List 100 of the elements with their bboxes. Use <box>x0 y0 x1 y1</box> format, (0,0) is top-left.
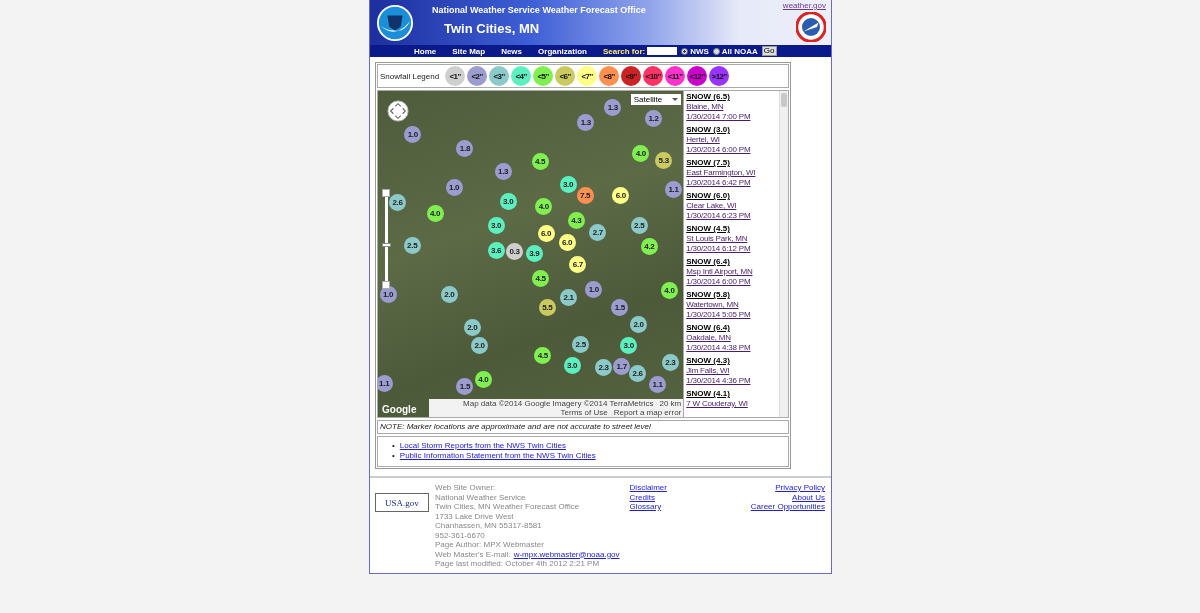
snowfall-marker[interactable]: 1.3 <box>494 163 512 181</box>
report-place-link[interactable]: 7 W Couderay, WI <box>686 399 748 409</box>
footer-link[interactable]: Credits <box>629 492 655 502</box>
snowfall-marker[interactable]: 4.5 <box>531 153 549 170</box>
snowfall-marker[interactable]: 3.9 <box>525 245 543 263</box>
report-title-link[interactable]: SNOW (3.0) <box>686 125 730 135</box>
report-title-link[interactable]: SNOW (6.0) <box>686 191 730 201</box>
report-place-link[interactable]: Oakdale, MN <box>686 333 731 343</box>
snowfall-marker[interactable]: 3.6 <box>487 242 505 260</box>
snowfall-marker[interactable]: 3.0 <box>499 192 517 210</box>
report-place-link[interactable]: Jim Falls, WI <box>686 366 730 376</box>
report-link[interactable]: Public Information Statement from the NWS Twin Cities <box>399 451 596 461</box>
snowfall-marker[interactable]: 1.7 <box>613 358 631 376</box>
snowfall-marker[interactable]: 4.3 <box>567 211 585 229</box>
snowfall-marker[interactable]: 2.0 <box>440 285 458 303</box>
report-title-link[interactable]: SNOW (6.4) <box>686 323 730 333</box>
nav-link[interactable]: News <box>501 46 523 56</box>
footer-link[interactable]: Glossary <box>629 502 662 512</box>
report-time-link[interactable]: 1/30/2014 6:00 PM <box>686 145 751 155</box>
footer-link[interactable]: Privacy Policy <box>775 483 825 493</box>
snowfall-marker[interactable]: 2.7 <box>589 223 607 241</box>
pan-control-icon[interactable] <box>387 100 409 122</box>
snowfall-marker[interactable]: 1.1 <box>378 374 393 392</box>
snowfall-marker[interactable]: 1.8 <box>456 139 474 157</box>
report-title-link[interactable]: SNOW (4.1) <box>686 389 730 399</box>
report-place-link[interactable]: Blaine, MN <box>686 102 724 112</box>
scroll-thumb[interactable] <box>781 93 787 107</box>
snowfall-marker[interactable]: 0.3 <box>506 242 524 260</box>
report-title-link[interactable]: SNOW (6.4) <box>686 257 730 267</box>
nav-link[interactable]: Site Map <box>452 46 486 56</box>
snowfall-marker[interactable]: 4.0 <box>426 205 444 223</box>
report-time-link[interactable]: 1/30/2014 6:42 PM <box>686 178 751 188</box>
snowfall-marker[interactable]: 3.0 <box>620 337 638 355</box>
snowfall-marker[interactable]: 2.3 <box>661 353 679 371</box>
snowfall-marker[interactable]: 1.0 <box>585 280 603 298</box>
snowfall-marker[interactable]: 3.0 <box>559 175 577 193</box>
report-time-link[interactable]: 1/30/2014 6:23 PM <box>686 211 751 221</box>
snowfall-marker[interactable]: 2.1 <box>560 288 578 306</box>
snowfall-marker[interactable]: 1.2 <box>645 109 663 127</box>
scope-radio[interactable] <box>681 47 689 55</box>
report-title-link[interactable]: SNOW (6.5) <box>686 92 730 102</box>
report-place-link[interactable]: St Louis Park, MN <box>686 234 748 244</box>
snowfall-marker[interactable]: 2.0 <box>630 316 648 334</box>
report-link[interactable]: Report a map error <box>613 408 682 417</box>
report-place-link[interactable]: Watertown, MN <box>686 300 739 310</box>
snowfall-marker[interactable]: 6.7 <box>569 256 587 274</box>
site-link[interactable]: weather.gov <box>782 1 826 10</box>
report-place-link[interactable]: East Farmington, WI <box>686 168 756 178</box>
footer-link[interactable]: Career Opportunities <box>750 502 825 512</box>
snowfall-marker[interactable]: 4.2 <box>640 237 658 255</box>
snowfall-marker[interactable]: 4.0 <box>474 370 492 388</box>
report-time-link[interactable]: 1/30/2014 6:12 PM <box>686 244 751 254</box>
nav-link[interactable]: Organization <box>538 46 587 56</box>
snowfall-marker[interactable]: 4.0 <box>535 197 553 215</box>
footer-link[interactable]: Disclaimer <box>629 483 667 493</box>
snowfall-marker[interactable]: 2.0 <box>471 336 489 354</box>
footer-link[interactable]: About Us <box>792 492 825 502</box>
report-place-link[interactable]: Hertel, WI <box>686 135 720 145</box>
snowfall-marker[interactable]: 2.5 <box>403 237 421 255</box>
report-place-link[interactable]: Msp Intl Airport, MN <box>686 267 753 277</box>
report-title-link[interactable]: SNOW (7.5) <box>686 158 730 168</box>
email-link[interactable]: w-mpx.webmaster@noaa.gov <box>513 549 620 559</box>
snowfall-marker[interactable]: 4.0 <box>632 145 650 163</box>
zoom-thumb[interactable] <box>381 242 391 247</box>
scrollbar[interactable] <box>779 91 788 417</box>
go-button[interactable]: Go <box>761 46 777 56</box>
nav-link[interactable]: Home <box>414 46 437 56</box>
snowfall-marker[interactable]: 3.0 <box>487 216 505 234</box>
zoom-slider[interactable] <box>384 197 388 281</box>
scope-radio[interactable] <box>712 47 720 55</box>
snowfall-marker[interactable]: 1.0 <box>445 178 463 196</box>
snowfall-marker[interactable]: 2.5 <box>572 335 590 353</box>
snowfall-marker[interactable]: 6.0 <box>558 234 576 252</box>
snowfall-marker[interactable]: 7.5 <box>576 186 594 204</box>
snowfall-marker[interactable]: 5.5 <box>538 299 556 317</box>
search-field[interactable] <box>647 47 678 55</box>
report-link[interactable]: Local Storm Reports from the NWS Twin Cities <box>399 441 566 451</box>
snowfall-marker[interactable]: 1.5 <box>456 377 474 395</box>
snowfall-marker[interactable]: 2.5 <box>630 216 648 234</box>
report-title-link[interactable]: SNOW (4.5) <box>686 224 730 234</box>
snowfall-marker[interactable]: 1.1 <box>649 375 667 393</box>
snowfall-marker[interactable]: 1.3 <box>577 113 595 131</box>
map-type-dropdown[interactable]: Satellite <box>630 94 682 105</box>
snowfall-marker[interactable]: 1.0 <box>404 126 422 144</box>
snowfall-marker[interactable]: 4.0 <box>660 281 678 299</box>
snowfall-marker[interactable]: 6.0 <box>537 225 555 243</box>
report-time-link[interactable]: 1/30/2014 6:00 PM <box>686 277 751 287</box>
snowfall-marker[interactable]: 6.0 <box>612 186 630 204</box>
snowfall-marker[interactable]: 4.5 <box>532 270 550 288</box>
report-time-link[interactable]: 1/30/2014 7:00 PM <box>686 112 751 122</box>
snowfall-marker[interactable]: 2.3 <box>595 358 613 376</box>
report-time-link[interactable]: 1/30/2014 4:38 PM <box>686 343 751 353</box>
report-time-link[interactable]: 1/30/2014 4:36 PM <box>686 376 751 386</box>
satellite-map[interactable] <box>378 91 684 417</box>
usa-gov-badge[interactable]: USA.gov <box>375 493 429 512</box>
snowfall-marker[interactable]: 2.0 <box>463 319 481 337</box>
report-title-link[interactable]: SNOW (4.3) <box>686 356 730 366</box>
snowfall-marker[interactable]: 1.1 <box>665 180 683 198</box>
terms-link[interactable]: Terms of Use <box>560 408 608 417</box>
report-place-link[interactable]: Clear Lake, WI <box>686 201 737 211</box>
